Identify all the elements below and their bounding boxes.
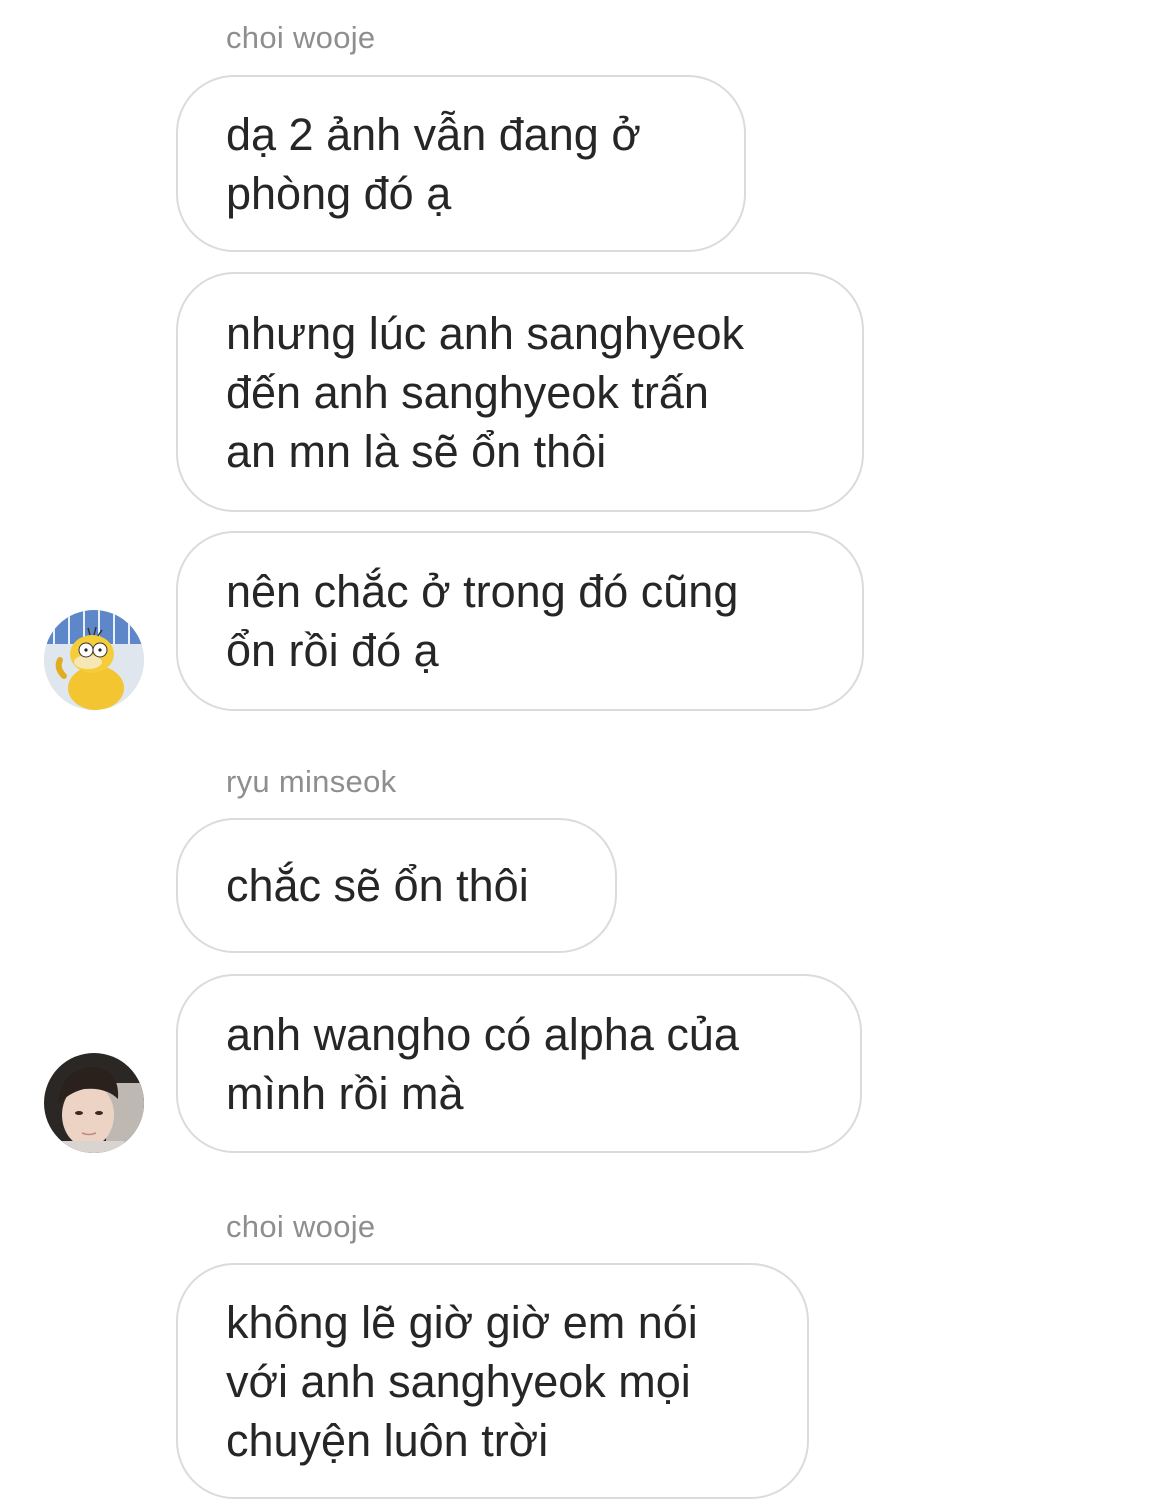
sender-name: choi wooje (226, 20, 376, 55)
message-text: chắc sẽ ổn thôi (226, 860, 529, 911)
message-text: anh wangho có alpha của mình rồi mà (226, 1008, 739, 1119)
message-bubble[interactable]: anh wangho có alpha của mình rồi mà (176, 974, 862, 1153)
message-bubble[interactable]: nên chắc ở trong đó cũng ổn rồi đó ạ (176, 531, 864, 711)
message-text: dạ 2 ảnh vẫn đang ở phòng đó ạ (226, 108, 641, 219)
message-bubble[interactable]: nhưng lúc anh sanghyeok đến anh sanghyeo… (176, 272, 864, 512)
sender-name: choi wooje (226, 1209, 376, 1244)
message-bubble[interactable]: dạ 2 ảnh vẫn đang ở phòng đó ạ (176, 75, 746, 252)
sender-name: ryu minseok (226, 764, 397, 799)
message-bubble[interactable]: chắc sẽ ổn thôi (176, 818, 617, 953)
message-text: nên chắc ở trong đó cũng ổn rồi đó ạ (226, 566, 739, 676)
message-text: nhưng lúc anh sanghyeok đến anh sanghyeo… (226, 307, 745, 477)
message-bubble[interactable]: không lẽ giờ giờ em nói với anh sanghyeo… (176, 1263, 809, 1499)
psyduck-avatar[interactable] (44, 610, 144, 710)
message-text: không lẽ giờ giờ em nói với anh sanghyeo… (226, 1296, 698, 1466)
person-avatar[interactable] (44, 1053, 144, 1153)
